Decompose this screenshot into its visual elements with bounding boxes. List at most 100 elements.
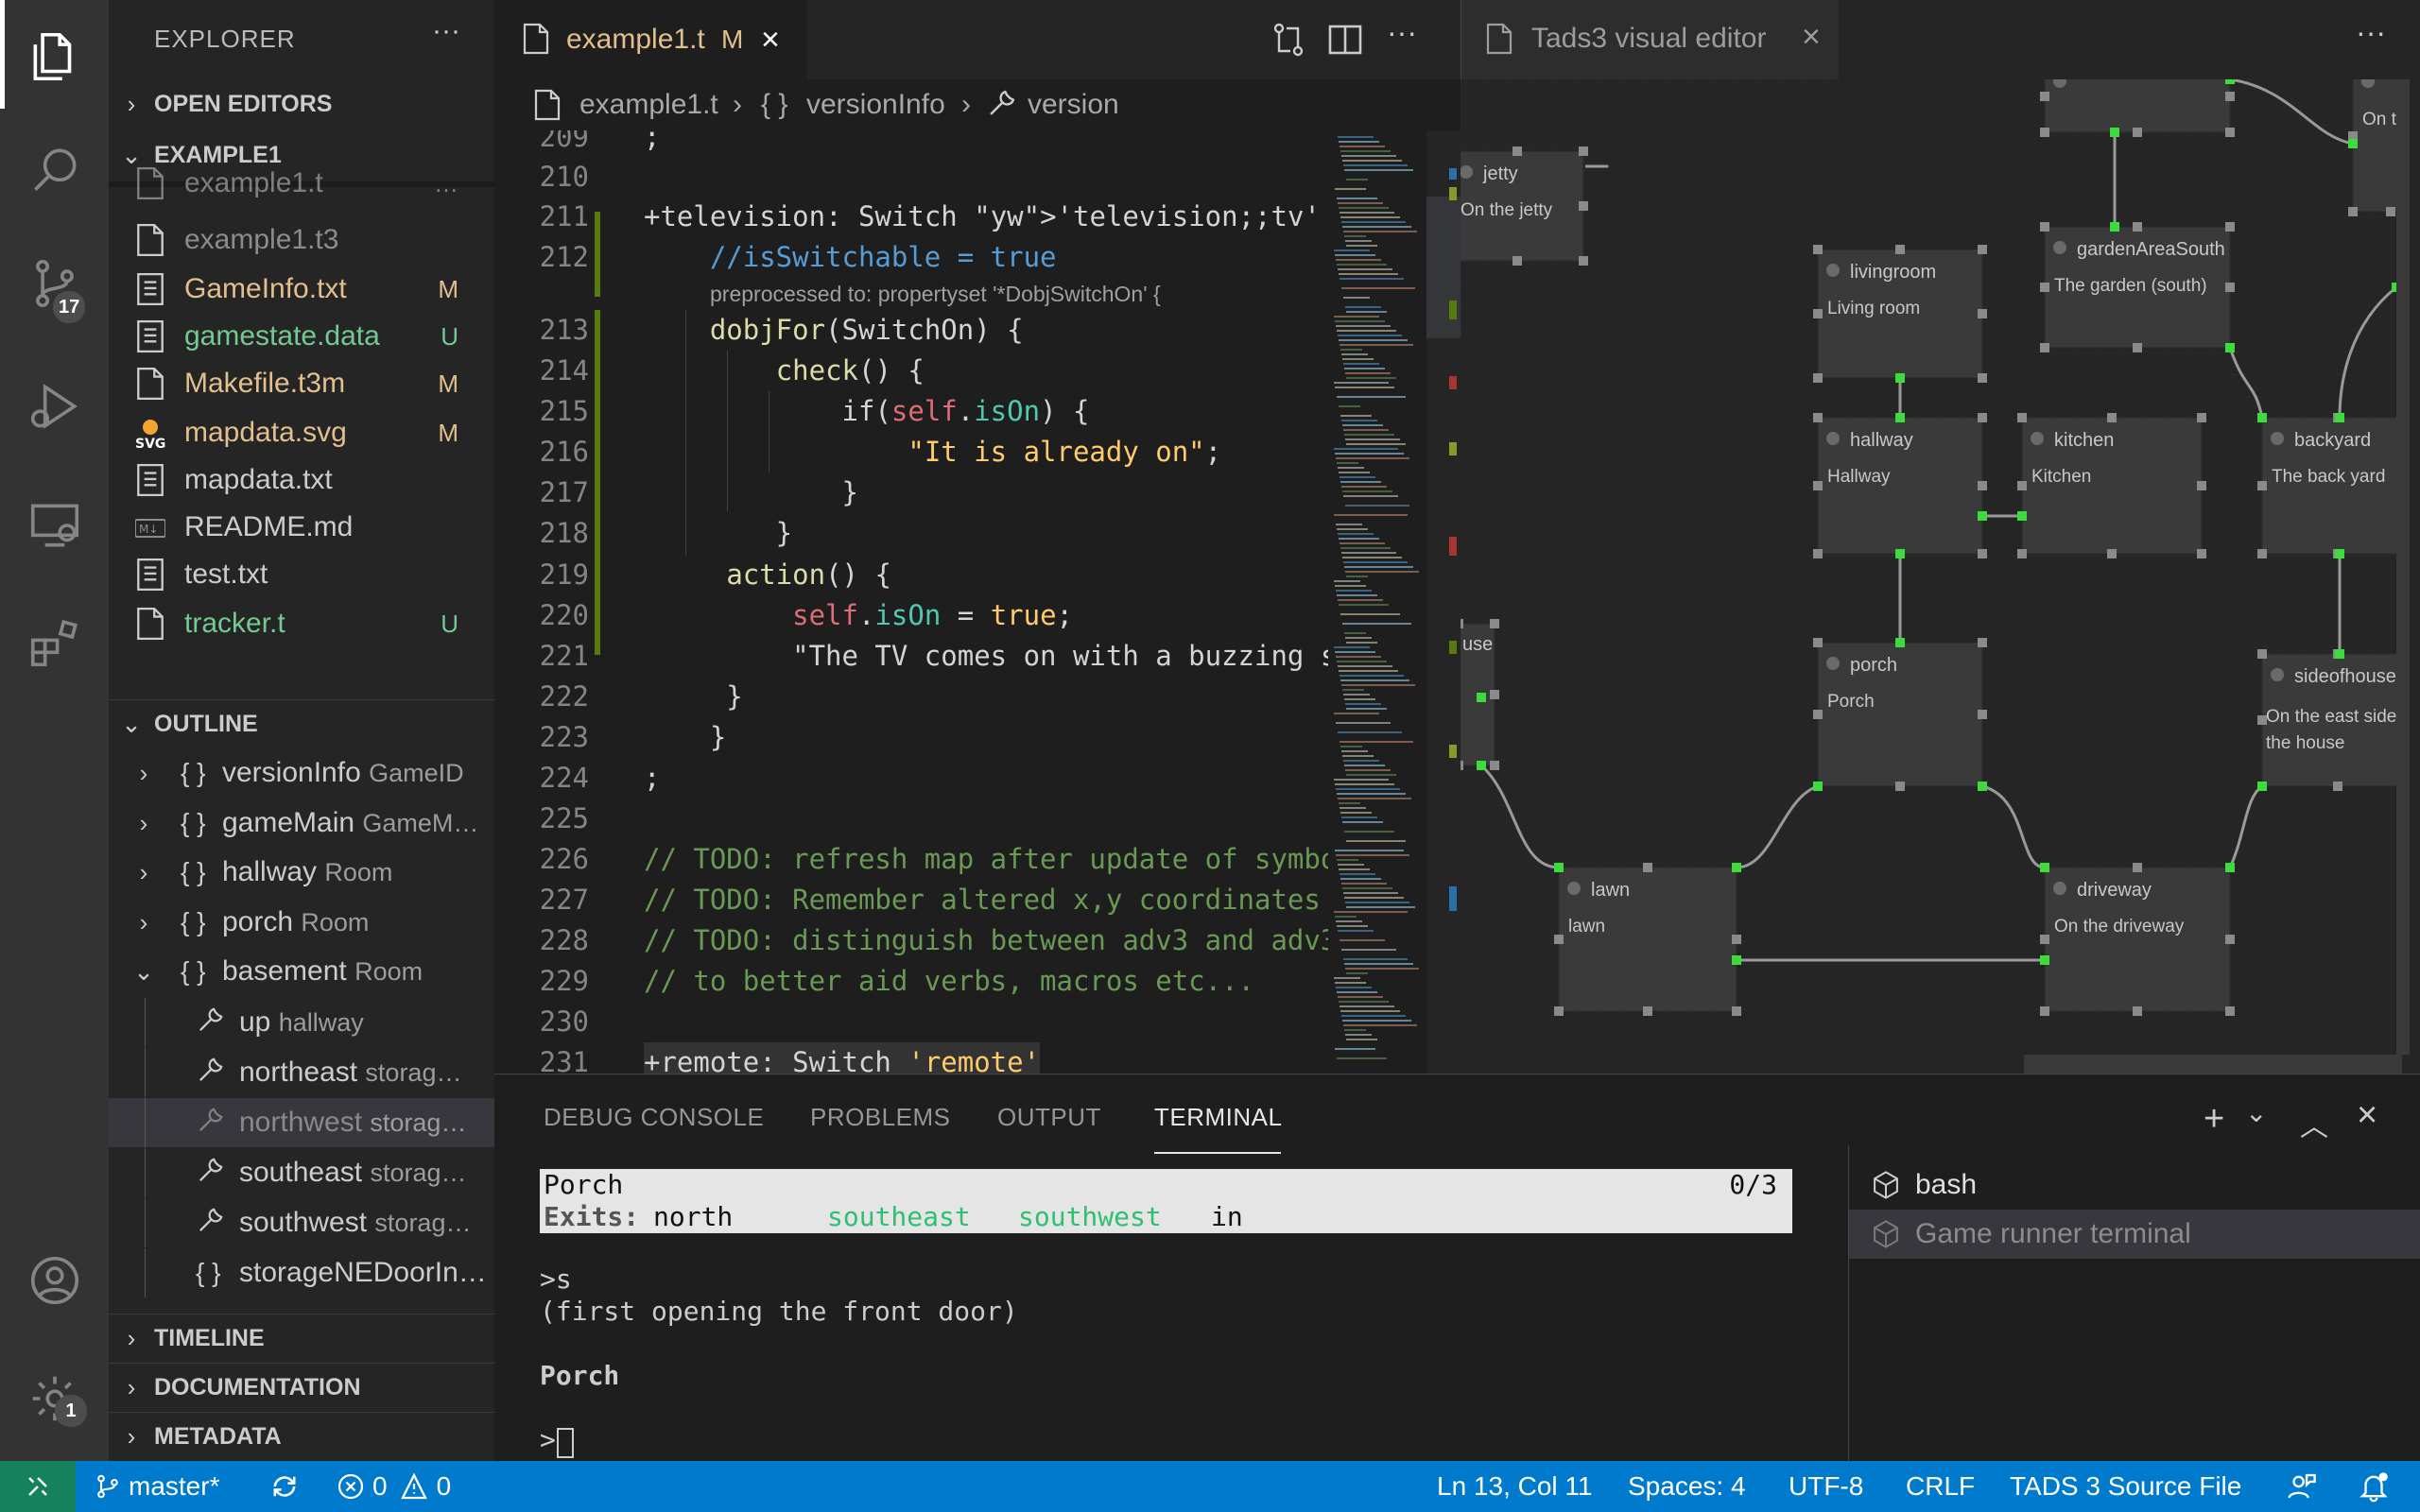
resize-handle[interactable]: [2257, 549, 2267, 558]
open-changes-icon[interactable]: [1270, 21, 1307, 63]
extensions-icon[interactable]: [0, 586, 109, 699]
resize-handle[interactable]: [2133, 222, 2142, 232]
more-actions-icon[interactable]: ···: [2356, 15, 2386, 50]
room-node-jetty[interactable]: jetty On the jetty: [1461, 146, 1588, 266]
horizontal-scrollbar[interactable]: [2024, 1055, 2402, 1074]
room-map-canvas[interactable]: jetty On the jetty livingroom Living room ga…: [1461, 79, 2420, 1074]
file-item[interactable]: GameInfo.txt M: [109, 265, 494, 314]
resize-handle[interactable]: [1643, 863, 1652, 872]
outline-item[interactable]: › { } hallway Room: [109, 848, 494, 897]
close-panel-icon[interactable]: ×: [2357, 1095, 2377, 1136]
more-actions-button[interactable]: ···: [432, 15, 460, 47]
room-node-top[interactable]: [2040, 79, 2235, 137]
resize-handle[interactable]: [1732, 935, 1741, 944]
resize-handle[interactable]: [1554, 935, 1564, 944]
terminal-cursor[interactable]: [557, 1428, 574, 1458]
minimap[interactable]: [1328, 130, 1461, 1074]
breadcrumb-property[interactable]: version: [1028, 89, 1119, 121]
more-actions-icon[interactable]: ···: [1387, 15, 1417, 50]
tab-example1-t[interactable]: example1.t M ×: [494, 0, 806, 79]
documentation-section[interactable]: › DOCUMENTATION: [109, 1363, 494, 1412]
resize-handle[interactable]: [2040, 222, 2049, 232]
connector-handle[interactable]: [2335, 649, 2344, 659]
connector-handle[interactable]: [1895, 373, 1905, 383]
connector-handle[interactable]: [1978, 782, 1987, 791]
file-item[interactable]: gamestate.data U: [109, 312, 494, 361]
resize-handle[interactable]: [1512, 146, 1522, 156]
tab-output[interactable]: OUTPUT: [997, 1103, 1101, 1132]
cursor-position[interactable]: Ln 13, Col 11: [1437, 1461, 1593, 1512]
resize-handle[interactable]: [1643, 1006, 1652, 1016]
resize-handle[interactable]: [1978, 481, 1987, 490]
outline-item[interactable]: northeast storag…: [109, 1048, 494, 1097]
resize-handle[interactable]: [1978, 638, 1987, 647]
source-control-icon[interactable]: 17: [0, 227, 109, 340]
resize-handle[interactable]: [2017, 413, 2027, 422]
outline-item[interactable]: › { } porch Room: [109, 898, 494, 947]
file-item[interactable]: M↓ README.md: [109, 503, 494, 552]
file-item[interactable]: mapdata.txt: [109, 455, 494, 505]
notifications-bell-icon[interactable]: [2358, 1461, 2390, 1512]
connector-handle[interactable]: [2110, 222, 2119, 232]
connector-handle[interactable]: [1732, 863, 1741, 872]
connector-handle[interactable]: [1554, 863, 1564, 872]
connector-handle[interactable]: [2335, 413, 2344, 422]
tab-problems[interactable]: PROBLEMS: [810, 1103, 951, 1132]
code-editor[interactable]: 209; 210 211 +television: Switch "yw">'tele…: [494, 130, 1328, 1074]
resize-handle[interactable]: [2107, 549, 2117, 558]
connector-handle[interactable]: [1978, 511, 1987, 521]
problems-indicator[interactable]: 0 0: [337, 1461, 451, 1512]
resize-handle[interactable]: [2133, 863, 2142, 872]
indentation[interactable]: Spaces: 4: [1628, 1461, 1746, 1512]
sync-icon[interactable]: [268, 1461, 301, 1512]
resize-handle[interactable]: [1579, 256, 1588, 266]
room-node-kitchen[interactable]: kitchen Kitchen: [2017, 413, 2206, 558]
connector-handle[interactable]: [2017, 511, 2027, 521]
resize-handle[interactable]: [2040, 935, 2049, 944]
connector-handle[interactable]: [2040, 955, 2049, 965]
resize-handle[interactable]: [1813, 413, 1823, 422]
feedback-icon[interactable]: [2286, 1461, 2318, 1512]
connector-handle[interactable]: [1895, 549, 1905, 558]
maximize-panel-icon[interactable]: ︿: [2300, 1103, 2328, 1144]
tab-terminal[interactable]: TERMINAL: [1154, 1103, 1282, 1132]
explorer-icon[interactable]: [0, 0, 109, 113]
resize-handle[interactable]: [1554, 1006, 1564, 1016]
chevron-down-icon[interactable]: ⌄: [2245, 1097, 2267, 1128]
resize-handle[interactable]: [1895, 245, 1905, 254]
connector-handle[interactable]: [2225, 79, 2235, 84]
outline-item[interactable]: › { } gameMain GameM…: [109, 799, 494, 848]
file-item[interactable]: test.txt: [109, 550, 494, 599]
end-of-line[interactable]: CRLF: [1906, 1461, 1975, 1512]
room-node-lawn[interactable]: lawn lawn: [1554, 863, 1741, 1016]
resize-handle[interactable]: [2225, 92, 2235, 101]
resize-handle[interactable]: [2133, 1006, 2142, 1016]
connector-handle[interactable]: [1477, 693, 1486, 702]
resize-handle[interactable]: [1978, 413, 1987, 422]
resize-handle[interactable]: [1895, 782, 1905, 791]
connector-handle[interactable]: [1813, 782, 1823, 791]
new-terminal-icon[interactable]: +: [2204, 1101, 2224, 1137]
connector-handle[interactable]: [1895, 413, 1905, 422]
resize-handle[interactable]: [2197, 413, 2206, 422]
connector-handle[interactable]: [2257, 413, 2267, 422]
resize-handle[interactable]: [2257, 715, 2267, 725]
resize-handle[interactable]: [2225, 283, 2235, 292]
open-editors-section[interactable]: › OPEN EDITORS: [109, 79, 494, 129]
outline-item[interactable]: northwest storag…: [109, 1098, 494, 1147]
remote-explorer-icon[interactable]: [0, 469, 109, 582]
resize-handle[interactable]: [1579, 146, 1588, 156]
resize-handle[interactable]: [1813, 481, 1823, 490]
resize-handle[interactable]: [1813, 549, 1823, 558]
room-node-backyard[interactable]: backyard The back yard: [2257, 413, 2418, 558]
room-node-livingroom[interactable]: livingroom Living room: [1813, 245, 1987, 383]
terminal-item-bash[interactable]: bash: [1849, 1160, 2420, 1210]
resize-handle[interactable]: [2225, 1006, 2235, 1016]
resize-handle[interactable]: [1813, 245, 1823, 254]
resize-handle[interactable]: [2017, 549, 2027, 558]
outline-item[interactable]: southwest storag…: [109, 1198, 494, 1247]
resize-handle[interactable]: [2040, 1006, 2049, 1016]
connector-handle[interactable]: [2225, 343, 2235, 352]
resize-handle[interactable]: [2197, 549, 2206, 558]
resize-handle[interactable]: [2348, 207, 2358, 216]
